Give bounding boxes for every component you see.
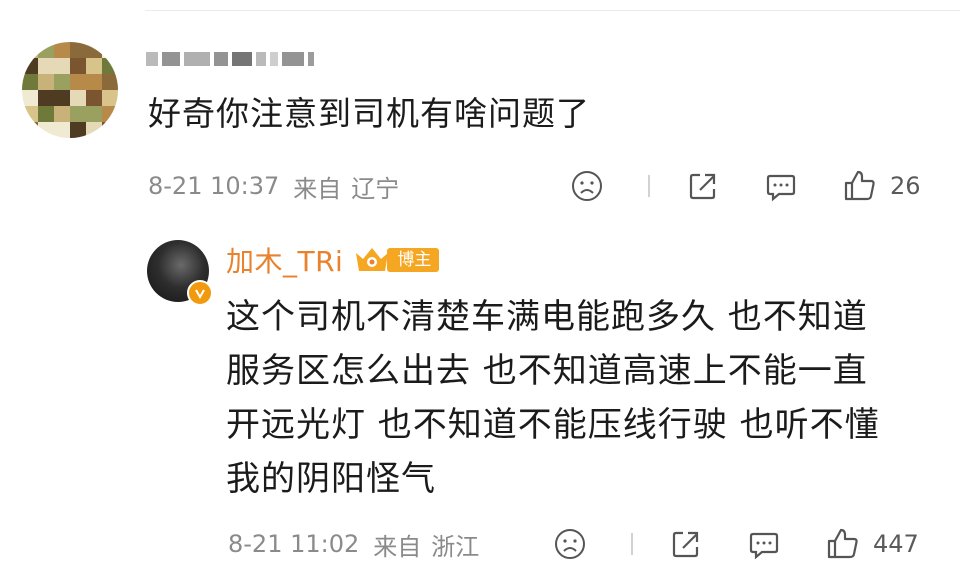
commenter-username-redacted[interactable]: [146, 44, 356, 74]
mosaic-tile: [86, 42, 102, 58]
reply-from-label: 来自: [373, 532, 422, 561]
mosaic-tile: [54, 106, 70, 122]
share-icon[interactable]: [686, 169, 720, 203]
mosaic-tile: [54, 74, 70, 90]
reply-like-count: 447: [873, 530, 919, 558]
reply-location: 浙江: [431, 532, 480, 561]
mosaic-tile: [102, 42, 118, 58]
mosaic-tile: [22, 58, 38, 74]
comment-location: 辽宁: [351, 174, 400, 203]
reply-meta: 8-21 11:02 来自 浙江 447: [228, 526, 932, 562]
reply-text-line: 我的阴阳怪气: [226, 459, 436, 499]
mosaic-tile: [102, 58, 118, 74]
comment-from-label: 来自: [293, 174, 342, 203]
reply-text: 这个司机不清楚车满电能跑多久 也不知道 服务区怎么出去 也不知道高速上不能一直 …: [226, 290, 946, 506]
thumbs-up-icon[interactable]: [842, 168, 878, 204]
mosaic-tile: [86, 106, 102, 122]
reply-text-line: 开远光灯 也不知道不能压线行驶 也听不懂: [226, 405, 880, 445]
mosaic-tile: [70, 58, 86, 74]
mosaic-tile: [22, 42, 38, 58]
mosaic-tile: [54, 42, 70, 58]
action-divider: [631, 533, 633, 555]
comment-time: 8-21 10:37: [148, 172, 280, 200]
blogger-username[interactable]: 加木_TRi: [226, 240, 343, 280]
mosaic-tile: [86, 122, 102, 138]
mosaic-tile: [22, 74, 38, 90]
comment-like-count: 26: [890, 172, 921, 200]
mosaic-tile: [102, 90, 118, 106]
mosaic-tile: [86, 58, 102, 74]
blogger-badge: 博主: [387, 248, 440, 272]
share-icon[interactable]: [669, 527, 703, 561]
reply-text-line: 这个司机不清楚车满电能跑多久 也不知道: [226, 297, 868, 337]
thumbs-up-icon[interactable]: [825, 526, 861, 562]
blogger-avatar[interactable]: [147, 240, 213, 306]
comment-text: 好奇你注意到司机有啥问题了: [148, 94, 590, 133]
reply-header: 加木_TRi 博主: [226, 240, 440, 280]
mosaic-tile: [54, 90, 70, 106]
reply-time: 8-21 11:02: [228, 530, 360, 558]
mosaic-tile: [54, 122, 70, 138]
action-divider: [648, 175, 650, 197]
mosaic-tile: [38, 122, 54, 138]
mosaic-tile: [70, 74, 86, 90]
comment-actions: 26: [570, 168, 921, 204]
mosaic-tile: [70, 122, 86, 138]
mosaic-tile: [86, 74, 102, 90]
mosaic-tile: [70, 90, 86, 106]
comment-icon[interactable]: [764, 169, 798, 203]
mosaic-tile: [38, 90, 54, 106]
commenter-avatar[interactable]: [22, 42, 118, 138]
mosaic-tile: [102, 122, 118, 138]
mosaic-tile: [38, 42, 54, 58]
mosaic-tile: [22, 106, 38, 122]
sad-face-icon[interactable]: [570, 169, 604, 203]
mosaic-tile: [70, 106, 86, 122]
mosaic-tile: [22, 122, 38, 138]
mosaic-tile: [102, 106, 118, 122]
mosaic-tile: [38, 74, 54, 90]
mosaic-tile: [70, 42, 86, 58]
mosaic-tile: [38, 106, 54, 122]
crown-icon: [353, 245, 391, 275]
mosaic-tile: [38, 58, 54, 74]
reply-text-line: 服务区怎么出去 也不知道高速上不能一直: [226, 351, 868, 391]
comment-icon[interactable]: [747, 527, 781, 561]
verified-badge-icon: [187, 280, 213, 306]
mosaic-tile: [102, 74, 118, 90]
mosaic-tile: [54, 58, 70, 74]
mosaic-tile: [22, 90, 38, 106]
reply-actions: 447: [553, 526, 919, 562]
comment-meta: 8-21 10:37 来自 辽宁 26: [148, 168, 932, 204]
mosaic-tile: [86, 90, 102, 106]
top-divider: [145, 10, 960, 11]
sad-face-icon[interactable]: [553, 527, 587, 561]
